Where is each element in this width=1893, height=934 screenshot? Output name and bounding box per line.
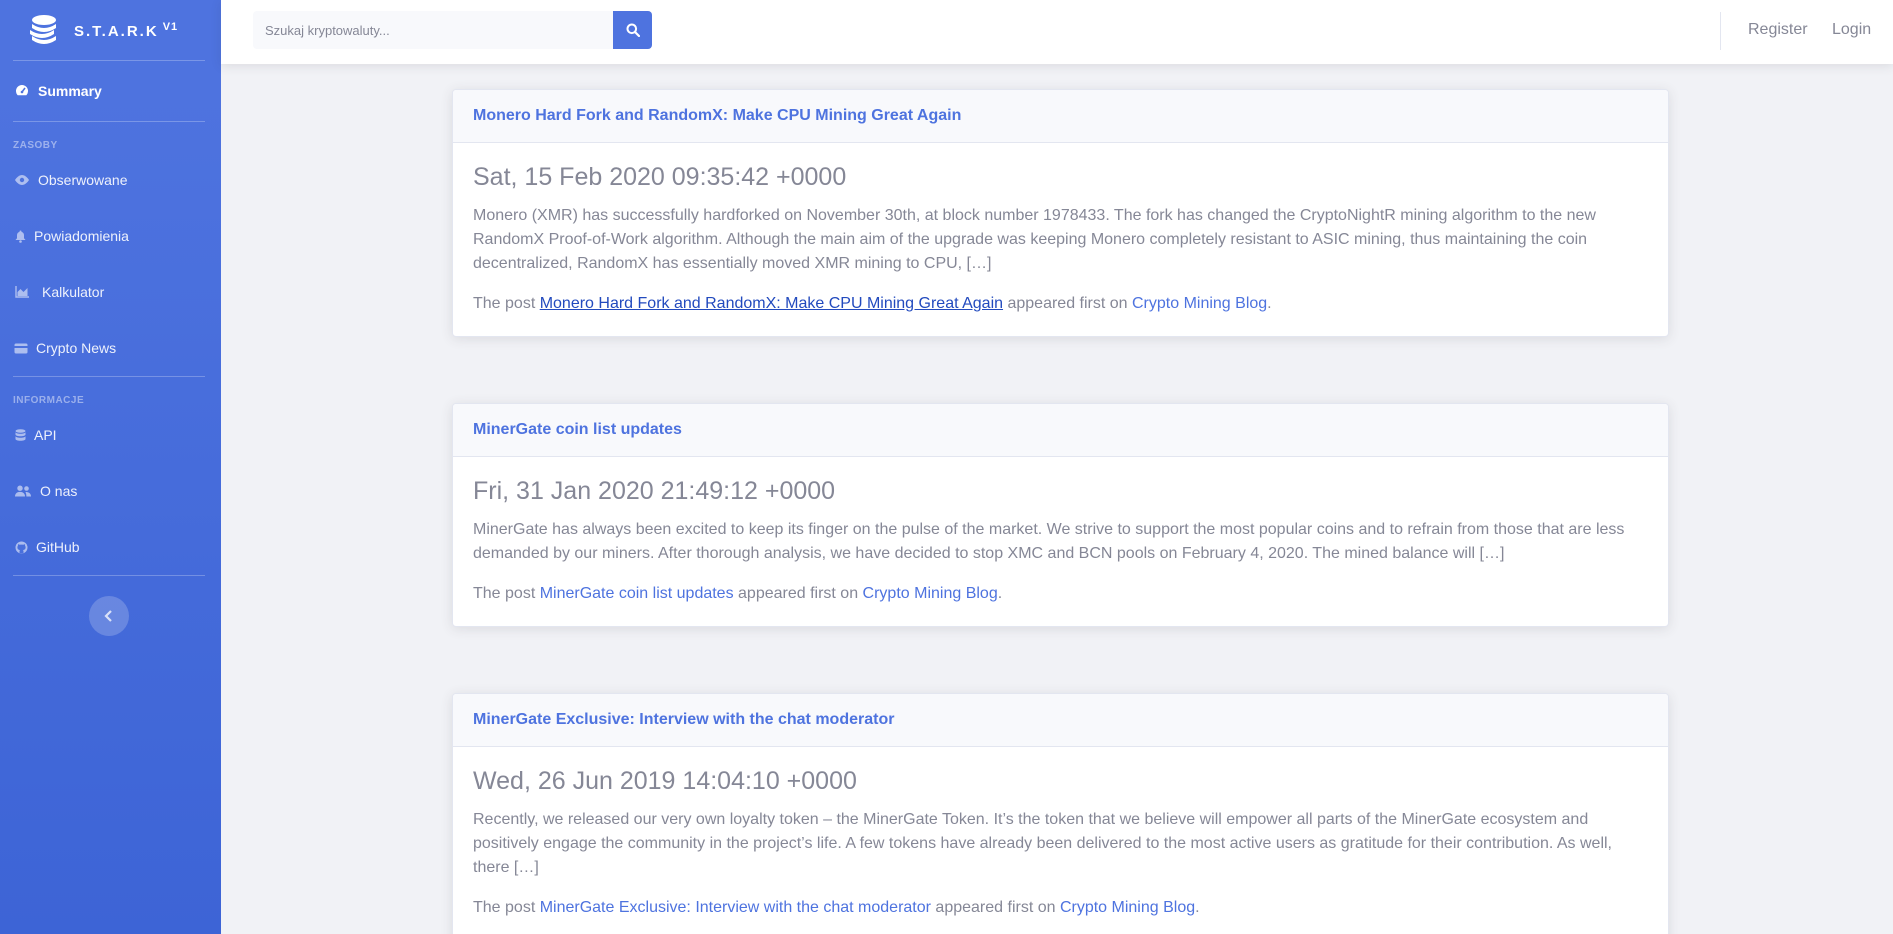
credit-card-icon [14, 341, 28, 355]
news-excerpt: MinerGate has always been excited to kee… [473, 521, 1625, 562]
brand-version: V1 [162, 20, 179, 33]
news-title[interactable]: Monero Hard Fork and RandomX: Make CPU M… [453, 90, 1668, 143]
chevron-left-icon [104, 610, 112, 622]
footer-text: The post [473, 585, 540, 602]
footer-text: . [997, 585, 1003, 602]
footer-text: The post [473, 295, 540, 312]
footer-text: . [1195, 899, 1200, 916]
footer-text: appeared first on [1003, 295, 1132, 312]
sidebar-item-github[interactable]: GitHub [0, 519, 221, 575]
topbar: Register Login [221, 0, 1893, 64]
blog-link[interactable]: Crypto Mining Blog [863, 585, 998, 602]
news-footer: The post Monero Hard Fork and RandomX: M… [473, 292, 1648, 316]
brand-name: S.T.A.R.K V1 [74, 20, 179, 40]
news-date: Wed, 26 Jun 2019 14:04:10 +0000 [473, 767, 857, 795]
blog-link[interactable]: Crypto Mining Blog [1132, 295, 1267, 312]
eye-icon [14, 173, 30, 187]
section-heading-resources: ZASOBY [13, 140, 58, 151]
section-heading-info: INFORMACJE [13, 395, 85, 406]
tachometer-icon [14, 84, 30, 98]
news-card: Monero Hard Fork and RandomX: Make CPU M… [452, 89, 1669, 337]
sidebar-toggle-button[interactable] [89, 596, 129, 636]
news-title[interactable]: MinerGate Exclusive: Interview with the … [453, 694, 1668, 747]
news-footer: The post MinerGate Exclusive: Interview … [473, 896, 1648, 920]
sidebar-item-o-nas[interactable]: O nas [0, 463, 221, 519]
news-card: MinerGate coin list updates Fri, 31 Jan … [452, 403, 1669, 627]
search-button[interactable] [613, 11, 652, 49]
post-link[interactable]: MinerGate Exclusive: Interview with the … [540, 899, 931, 916]
login-link[interactable]: Login [1832, 21, 1871, 39]
sidebar-item-obserwowane[interactable]: Obserwowane [0, 152, 221, 208]
github-icon [14, 540, 28, 554]
news-date: Fri, 31 Jan 2020 21:49:12 +0000 [473, 477, 836, 505]
chart-area-icon [14, 285, 30, 299]
search-input[interactable] [253, 11, 613, 49]
sidebar-item-summary[interactable]: Summary [0, 61, 221, 121]
news-excerpt: Recently, we released our very own loyal… [473, 811, 1612, 876]
divider [13, 575, 205, 576]
sidebar-item-powiadomienia[interactable]: Powiadomienia [0, 208, 221, 264]
sidebar-item-label: GitHub [36, 539, 80, 555]
brand[interactable]: S.T.A.R.K V1 [0, 0, 221, 60]
users-icon [14, 484, 32, 498]
sidebar-item-label: O nas [40, 483, 78, 499]
news-body: Sat, 15 Feb 2020 09:35:42 +0000 Monero (… [453, 143, 1668, 336]
sidebar-item-label: Powiadomienia [34, 228, 129, 244]
footer-text: appeared first on [733, 585, 863, 602]
bell-icon [14, 229, 26, 243]
sidebar: S.T.A.R.K V1 Summary ZASOBY Obserwowane P… [0, 0, 221, 934]
news-footer: The post MinerGate coin list updates app… [473, 582, 1648, 606]
footer-text: appeared first on [930, 899, 1060, 916]
news-title[interactable]: MinerGate coin list updates [453, 404, 1668, 457]
search-icon [626, 23, 640, 37]
footer-text: . [1267, 295, 1272, 312]
database-icon [14, 428, 26, 442]
sidebar-item-crypto-news[interactable]: Crypto News [0, 320, 221, 376]
news-excerpt: Monero (XMR) has successfully hardforked… [473, 207, 1596, 272]
coins-icon [30, 15, 56, 44]
sidebar-item-label: Crypto News [36, 340, 117, 356]
sidebar-item-label: Summary [38, 83, 102, 99]
topbar-divider [1720, 12, 1721, 50]
news-card: MinerGate Exclusive: Interview with the … [452, 693, 1669, 934]
footer-text: The post [473, 899, 540, 916]
sidebar-item-label: Obserwowane [38, 172, 128, 188]
register-link[interactable]: Register [1748, 21, 1808, 39]
blog-link[interactable]: Crypto Mining Blog [1060, 899, 1195, 916]
sidebar-item-label: API [34, 427, 57, 443]
sidebar-item-label: Kalkulator [42, 284, 105, 300]
post-link[interactable]: MinerGate coin list updates [540, 585, 734, 602]
news-body: Wed, 26 Jun 2019 14:04:10 +0000 Recently… [453, 747, 1668, 934]
news-body: Fri, 31 Jan 2020 21:49:12 +0000 MinerGat… [453, 457, 1668, 626]
search-form [253, 11, 652, 49]
sidebar-item-api[interactable]: API [0, 407, 221, 463]
news-date: Sat, 15 Feb 2020 09:35:42 +0000 [473, 163, 847, 191]
sidebar-item-kalkulator[interactable]: Kalkulator [0, 264, 221, 320]
post-link[interactable]: Monero Hard Fork and RandomX: Make CPU M… [540, 295, 1003, 312]
